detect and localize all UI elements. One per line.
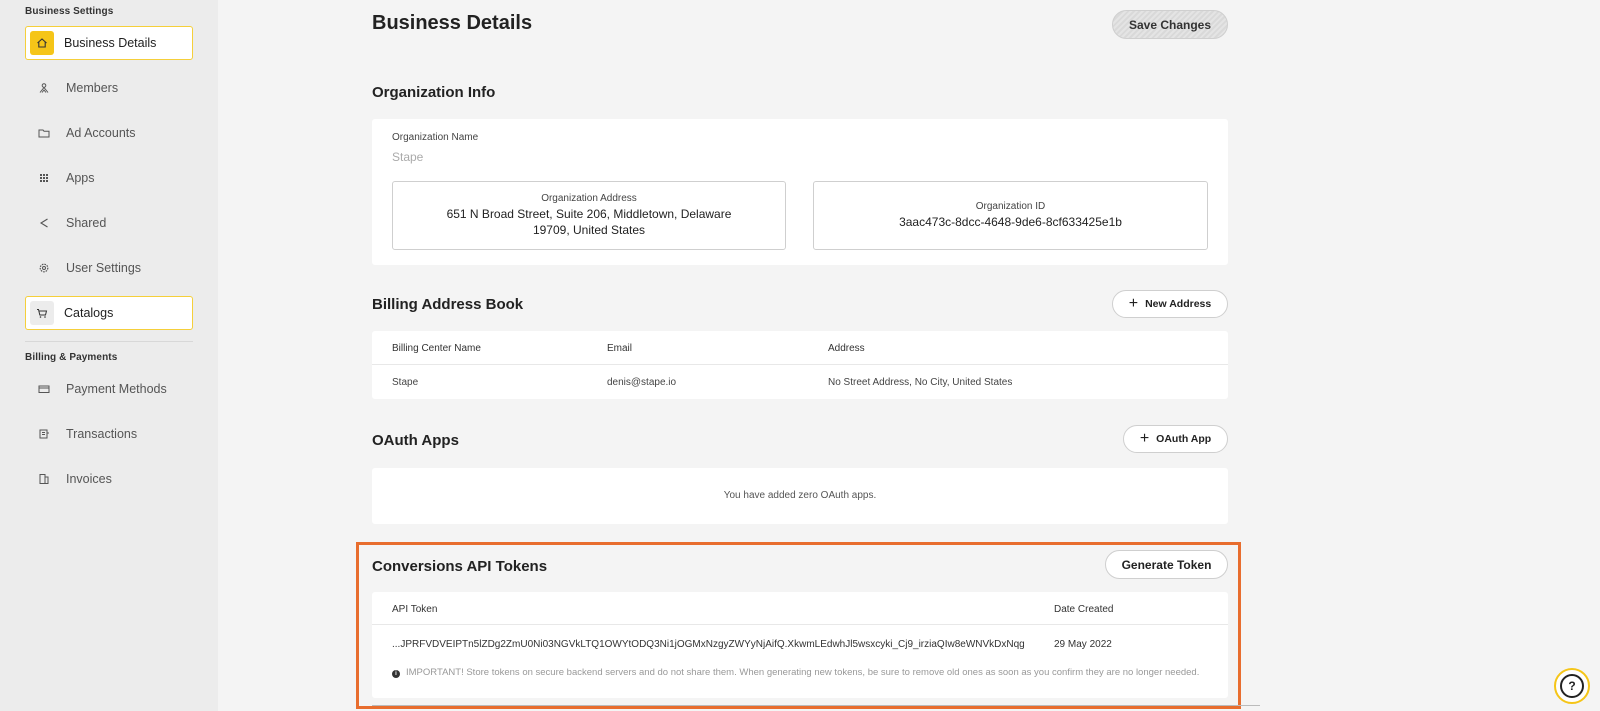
sidebar-item-members[interactable]: Members: [25, 71, 193, 105]
security-notice-text: IMPORTANT! Store tokens on secure backen…: [406, 667, 1200, 678]
sidebar-item-catalogs[interactable]: Catalogs: [25, 296, 193, 330]
sidebar-item-label: Shared: [66, 216, 107, 230]
sidebar-item-user-settings[interactable]: User Settings: [25, 251, 193, 285]
help-icon: ?: [1560, 674, 1584, 698]
share-icon: [34, 213, 54, 233]
organization-address-line1: 651 N Broad Street, Suite 206, Middletow…: [446, 207, 732, 221]
sidebar-item-label: Invoices: [66, 472, 112, 486]
cart-icon: [30, 301, 54, 325]
sidebar-item-label: Apps: [66, 171, 95, 185]
table-divider: [372, 364, 1228, 365]
receipt-icon: [34, 424, 54, 444]
conversions-api-tokens-title: Conversions API Tokens: [372, 558, 548, 575]
organization-address-box: Organization Address 651 N Broad Street,…: [392, 181, 786, 250]
table-cell-billing-center-name: Stape: [392, 377, 419, 388]
sidebar-item-label: Ad Accounts: [66, 126, 136, 140]
oauth-app-label: OAuth App: [1156, 433, 1212, 445]
sidebar-item-apps[interactable]: Apps: [25, 161, 193, 195]
billing-address-table: Billing Center Name Email Address Stape …: [372, 331, 1228, 399]
generate-token-button[interactable]: Generate Token: [1105, 550, 1228, 579]
sidebar-item-label: Business Details: [64, 36, 157, 50]
help-button[interactable]: ?: [1554, 668, 1590, 704]
organization-id-value: 3aac473c-8dcc-4648-9de6-8cf633425e1b: [899, 215, 1122, 229]
organization-address-label: Organization Address: [541, 193, 637, 204]
sidebar-item-label: User Settings: [66, 261, 142, 275]
column-header-billing-center-name: Billing Center Name: [392, 343, 481, 354]
plus-icon: +: [1128, 295, 1139, 312]
bottom-divider: [372, 705, 1260, 706]
credit-card-icon: [34, 379, 54, 399]
section-heading-billing-payments: Billing & Payments: [25, 352, 118, 363]
sidebar: Business Settings Business Details Membe…: [0, 0, 218, 711]
new-address-button[interactable]: + New Address: [1112, 290, 1228, 318]
security-notice: i IMPORTANT! Store tokens on secure back…: [392, 667, 1202, 678]
gear-icon: [34, 258, 54, 278]
sidebar-item-label: Members: [66, 81, 119, 95]
billing-address-book-title: Billing Address Book: [372, 296, 524, 313]
sidebar-item-business-details[interactable]: Business Details: [25, 26, 193, 60]
sidebar-item-label: Transactions: [66, 427, 138, 441]
table-cell-address: No Street Address, No City, United State…: [828, 377, 1013, 388]
table-cell-email: denis@stape.io: [607, 377, 677, 388]
new-address-label: New Address: [1145, 298, 1212, 310]
info-icon: i: [392, 670, 400, 678]
column-header-date-created: Date Created: [1054, 604, 1114, 615]
invoice-icon: [34, 469, 54, 489]
oauth-apps-title: OAuth Apps: [372, 432, 459, 449]
api-token-value[interactable]: ...JPRFVDVEIPTn5lZDg2ZmU0Ni03NGVkLTQ1OWY…: [392, 639, 1032, 650]
sidebar-item-label: Catalogs: [64, 306, 114, 320]
organization-address-line2: 19709, United States: [532, 223, 646, 237]
sidebar-item-invoices[interactable]: Invoices: [25, 462, 193, 496]
column-header-email: Email: [607, 343, 633, 354]
grid-icon: [34, 168, 54, 188]
page-title: Business Details: [372, 12, 533, 34]
members-icon: [34, 78, 54, 98]
organization-id-box: Organization ID 3aac473c-8dcc-4648-9de6-…: [813, 181, 1208, 250]
save-changes-button[interactable]: Save Changes: [1112, 10, 1228, 39]
home-icon: [30, 31, 54, 55]
folder-icon: [34, 123, 54, 143]
plus-icon: +: [1139, 430, 1150, 447]
column-header-address: Address: [828, 343, 865, 354]
add-oauth-app-button[interactable]: + OAuth App: [1123, 425, 1228, 453]
organization-name-label: Organization Name: [392, 132, 479, 143]
sidebar-item-transactions[interactable]: Transactions: [25, 417, 193, 451]
section-heading-business-settings: Business Settings: [25, 6, 114, 17]
api-tokens-table: API Token Date Created ...JPRFVDVEIPTn5l…: [372, 592, 1228, 698]
oauth-apps-card: You have added zero OAuth apps.: [372, 468, 1228, 524]
column-header-api-token: API Token: [392, 604, 438, 615]
organization-info-title: Organization Info: [372, 84, 496, 101]
sidebar-item-label: Payment Methods: [66, 382, 167, 396]
sidebar-divider: [25, 341, 193, 342]
organization-id-label: Organization ID: [975, 201, 1046, 212]
sidebar-item-payment-methods[interactable]: Payment Methods: [25, 372, 193, 406]
api-token-date-created: 29 May 2022: [1054, 639, 1112, 650]
table-divider: [372, 624, 1228, 625]
sidebar-item-shared[interactable]: Shared: [25, 206, 193, 240]
organization-name-field[interactable]: Stape: [392, 150, 423, 164]
organization-info-card: Organization Name Stape Organization Add…: [372, 119, 1228, 265]
oauth-empty-state: You have added zero OAuth apps.: [723, 490, 877, 501]
sidebar-item-ad-accounts[interactable]: Ad Accounts: [25, 116, 193, 150]
